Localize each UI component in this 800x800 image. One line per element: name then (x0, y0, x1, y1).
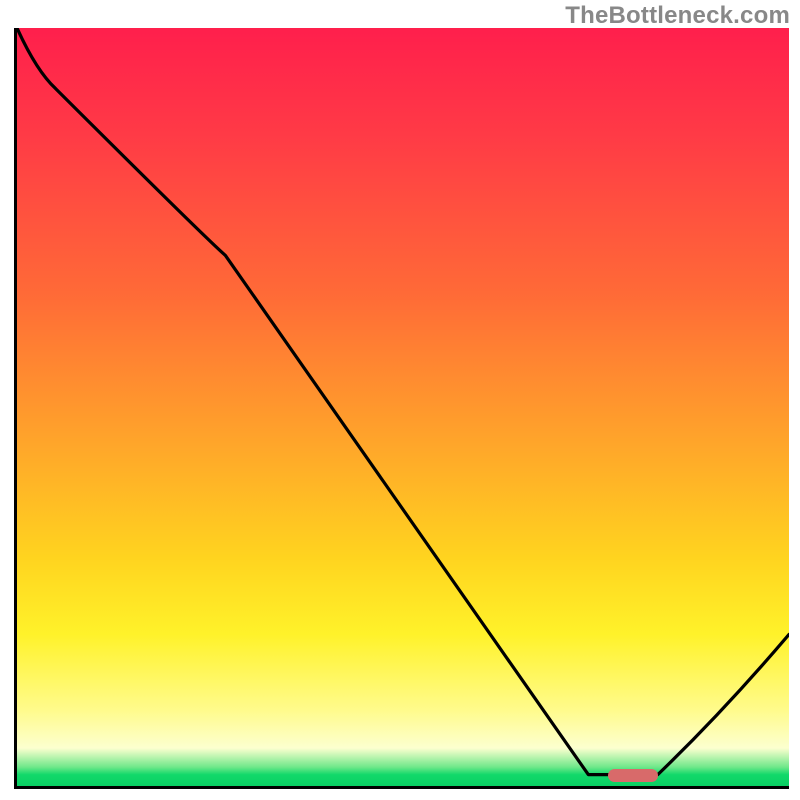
chart-container: TheBottleneck.com (0, 0, 800, 800)
optimal-range-marker (608, 769, 658, 782)
bottleneck-curve (17, 28, 789, 775)
curve-layer (17, 28, 789, 786)
watermark-text: TheBottleneck.com (565, 2, 790, 30)
plot-area (14, 28, 789, 789)
